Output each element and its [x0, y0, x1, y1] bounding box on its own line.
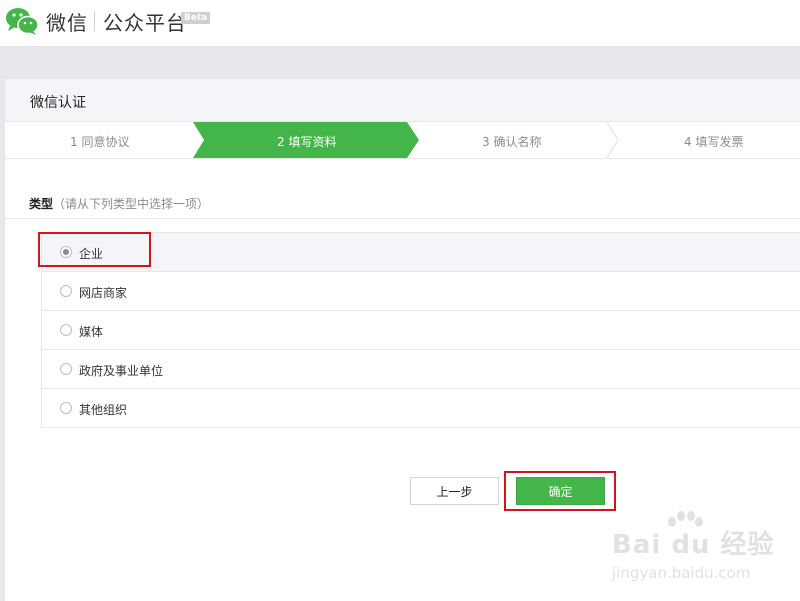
previous-step-button[interactable]: 上一步: [410, 477, 499, 505]
radio-option-online-store[interactable]: 网店商家: [42, 271, 800, 310]
radio-option-government[interactable]: 政府及事业单位: [42, 349, 800, 388]
brand-name: 微信: [46, 11, 88, 35]
step-3-separator: [606, 122, 619, 158]
panel-title: 微信认证: [30, 95, 86, 111]
radio-button[interactable]: [60, 285, 72, 297]
watermark-logo-text: Bai du 经验: [612, 530, 775, 560]
step-progress: 1 同意协议 2 填写资料 3 确认名称 4 填写发票: [5, 122, 800, 159]
confirm-button[interactable]: 确定: [516, 477, 605, 505]
radio-option-enterprise[interactable]: 企业: [42, 233, 800, 271]
radio-option-other-organization[interactable]: 其他组织: [42, 388, 800, 427]
top-bar: 微信 公众平台 Beta: [0, 0, 800, 47]
radio-option-label: 企业: [79, 247, 104, 261]
radio-button[interactable]: [60, 324, 72, 336]
radio-option-label: 网店商家: [79, 286, 128, 300]
step-3: 3 确认名称: [482, 135, 542, 149]
radio-option-label: 媒体: [79, 325, 104, 339]
radio-button[interactable]: [60, 246, 72, 258]
type-heading: 类型（请从下列类型中选择一项）: [29, 195, 209, 212]
type-heading-hint: （请从下列类型中选择一项）: [53, 197, 210, 211]
beta-badge: Beta: [181, 12, 211, 24]
radio-option-media[interactable]: 媒体: [42, 310, 800, 349]
radio-button[interactable]: [60, 402, 72, 414]
watermark-url: jingyan.baidu.com: [612, 564, 751, 582]
radio-option-label: 政府及事业单位: [79, 364, 164, 378]
step-1: 1 同意协议: [70, 135, 130, 149]
baidu-jingyan-watermark: Bai du 经验 jingyan.baidu.com: [612, 510, 798, 596]
brand-divider: [94, 11, 95, 31]
section-divider: [5, 218, 800, 219]
radio-button[interactable]: [60, 363, 72, 375]
panel-header: 微信认证: [5, 79, 800, 122]
type-heading-label: 类型: [29, 197, 54, 211]
wechat-logo-icon[interactable]: [4, 4, 40, 38]
step-2: 2 填写资料: [277, 135, 337, 149]
type-radio-group: 企业 网店商家 媒体 政府及事业单位 其他组织: [41, 232, 800, 428]
radio-option-label: 其他组织: [79, 403, 128, 417]
step-4: 4 填写发票: [684, 135, 744, 149]
product-name: 公众平台: [103, 11, 187, 35]
